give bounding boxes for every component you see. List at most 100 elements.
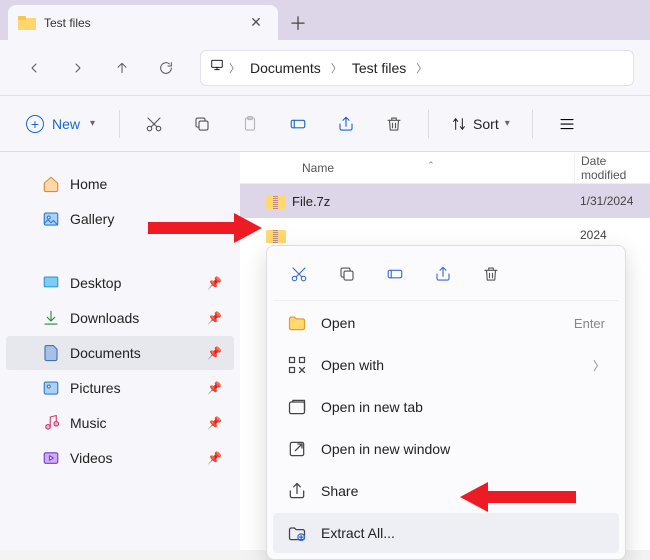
- copy-button[interactable]: [180, 104, 224, 144]
- new-tab-button[interactable]: ＋: [278, 5, 318, 40]
- ctx-item-label: Open in new tab: [321, 399, 423, 415]
- breadcrumb-seg[interactable]: Documents: [244, 60, 327, 76]
- separator: [532, 110, 533, 138]
- folder-icon: [18, 16, 36, 30]
- pin-icon: 📌: [207, 346, 222, 360]
- chevron-right-icon: 〉: [593, 357, 605, 374]
- sidebar-item-label: Downloads: [70, 310, 139, 326]
- tab[interactable]: Test files ✕: [8, 5, 278, 40]
- chevron-down-icon: ▾: [90, 118, 95, 129]
- new-window-icon: [287, 439, 307, 459]
- toolbar: + New ▾ Sort ▾: [0, 96, 650, 152]
- context-action-bar: [273, 252, 619, 301]
- column-header: Name ⌃ Date modified: [240, 152, 650, 184]
- ctx-open-with[interactable]: Open with 〉: [273, 345, 619, 385]
- column-name[interactable]: Name ⌃: [302, 161, 574, 175]
- new-button-label: New: [52, 116, 80, 132]
- file-date: 1/31/2024: [574, 194, 650, 208]
- column-date-label: Date modified: [581, 154, 626, 182]
- new-tab-icon: [287, 397, 307, 417]
- sort-button-label: Sort: [473, 116, 499, 132]
- share-button[interactable]: [324, 104, 368, 144]
- sidebar-item-label: Gallery: [70, 211, 114, 227]
- address-bar[interactable]: 〉 Documents 〉 Test files 〉: [200, 50, 634, 86]
- sort-indicator-icon: ⌃: [427, 160, 435, 171]
- separator: [428, 110, 429, 138]
- sidebar-item-label: Desktop: [70, 275, 121, 291]
- breadcrumb-seg[interactable]: Test files: [346, 60, 412, 76]
- cut-button[interactable]: [132, 104, 176, 144]
- column-name-label: Name: [302, 161, 334, 175]
- sidebar-item-downloads[interactable]: Downloads 📌: [6, 301, 234, 335]
- pin-icon: 📌: [207, 311, 222, 325]
- sidebar-item-desktop[interactable]: Desktop 📌: [6, 266, 234, 300]
- music-icon: [42, 414, 60, 432]
- tab-bar: Test files ✕ ＋: [0, 0, 650, 40]
- gallery-icon: [42, 210, 60, 228]
- ctx-open-new-window[interactable]: Open in new window: [273, 429, 619, 469]
- chevron-right-icon: 〉: [331, 60, 342, 76]
- share-icon: [287, 481, 307, 501]
- ctx-open-new-tab[interactable]: Open in new tab: [273, 387, 619, 427]
- file-row[interactable]: File.7z 1/31/2024: [240, 184, 650, 218]
- view-button[interactable]: [545, 104, 589, 144]
- sidebar-item-documents[interactable]: Documents 📌: [6, 336, 234, 370]
- ctx-item-label: Open with: [321, 357, 384, 373]
- sidebar-item-label: Videos: [70, 450, 113, 466]
- pin-icon: 📌: [207, 276, 222, 290]
- sidebar-item-label: Documents: [70, 345, 141, 361]
- forward-button[interactable]: [60, 50, 96, 86]
- annotation-arrow: [148, 213, 262, 243]
- sidebar-item-label: Music: [70, 415, 107, 431]
- open-with-icon: [287, 355, 307, 375]
- pin-icon: 📌: [207, 381, 222, 395]
- plus-circle-icon: +: [26, 115, 44, 133]
- ctx-extract-all[interactable]: Extract All...: [273, 513, 619, 553]
- delete-button[interactable]: [372, 104, 416, 144]
- extract-icon: [287, 523, 307, 543]
- pc-icon: [209, 58, 225, 77]
- video-icon: [42, 449, 60, 467]
- copy-button[interactable]: [325, 256, 369, 292]
- ctx-item-label: Open: [321, 315, 355, 331]
- pin-icon: 📌: [207, 416, 222, 430]
- pictures-icon: [42, 379, 60, 397]
- annotation-arrow: [460, 482, 574, 512]
- sidebar: Home Gallery Desktop 📌 Downloads 📌 Docum…: [0, 152, 240, 550]
- column-date[interactable]: Date modified: [574, 154, 650, 182]
- chevron-right-icon: 〉: [229, 60, 240, 76]
- separator: [119, 110, 120, 138]
- chevron-down-icon: ▾: [505, 118, 510, 129]
- ctx-item-shortcut: Enter: [574, 316, 605, 331]
- ctx-item-label: Share: [321, 483, 358, 499]
- delete-button[interactable]: [469, 256, 513, 292]
- archive-icon: [266, 228, 286, 243]
- sidebar-item-home[interactable]: Home: [6, 167, 234, 201]
- refresh-button[interactable]: [148, 50, 184, 86]
- back-button[interactable]: [16, 50, 52, 86]
- sidebar-item-videos[interactable]: Videos 📌: [6, 441, 234, 475]
- up-button[interactable]: [104, 50, 140, 86]
- sidebar-item-pictures[interactable]: Pictures 📌: [6, 371, 234, 405]
- file-name: File.7z: [292, 194, 574, 209]
- nav-bar: 〉 Documents 〉 Test files 〉: [0, 40, 650, 96]
- share-button[interactable]: [421, 256, 465, 292]
- sidebar-item-music[interactable]: Music 📌: [6, 406, 234, 440]
- cut-button[interactable]: [277, 256, 321, 292]
- chevron-right-icon: 〉: [416, 60, 427, 76]
- desktop-icon: [42, 274, 60, 292]
- rename-button[interactable]: [276, 104, 320, 144]
- ctx-open[interactable]: Open Enter: [273, 303, 619, 343]
- sort-button[interactable]: Sort ▾: [441, 110, 520, 138]
- sidebar-item-label: Home: [70, 176, 107, 192]
- file-date: 2024: [574, 228, 650, 242]
- download-icon: [42, 309, 60, 327]
- document-icon: [42, 344, 60, 362]
- context-menu: Open Enter Open with 〉 Open in new tab O…: [266, 245, 626, 560]
- paste-button[interactable]: [228, 104, 272, 144]
- ctx-item-label: Extract All...: [321, 525, 395, 541]
- new-button[interactable]: + New ▾: [14, 109, 107, 139]
- rename-button[interactable]: [373, 256, 417, 292]
- ctx-item-label: Open in new window: [321, 441, 450, 457]
- close-icon[interactable]: ✕: [244, 14, 268, 31]
